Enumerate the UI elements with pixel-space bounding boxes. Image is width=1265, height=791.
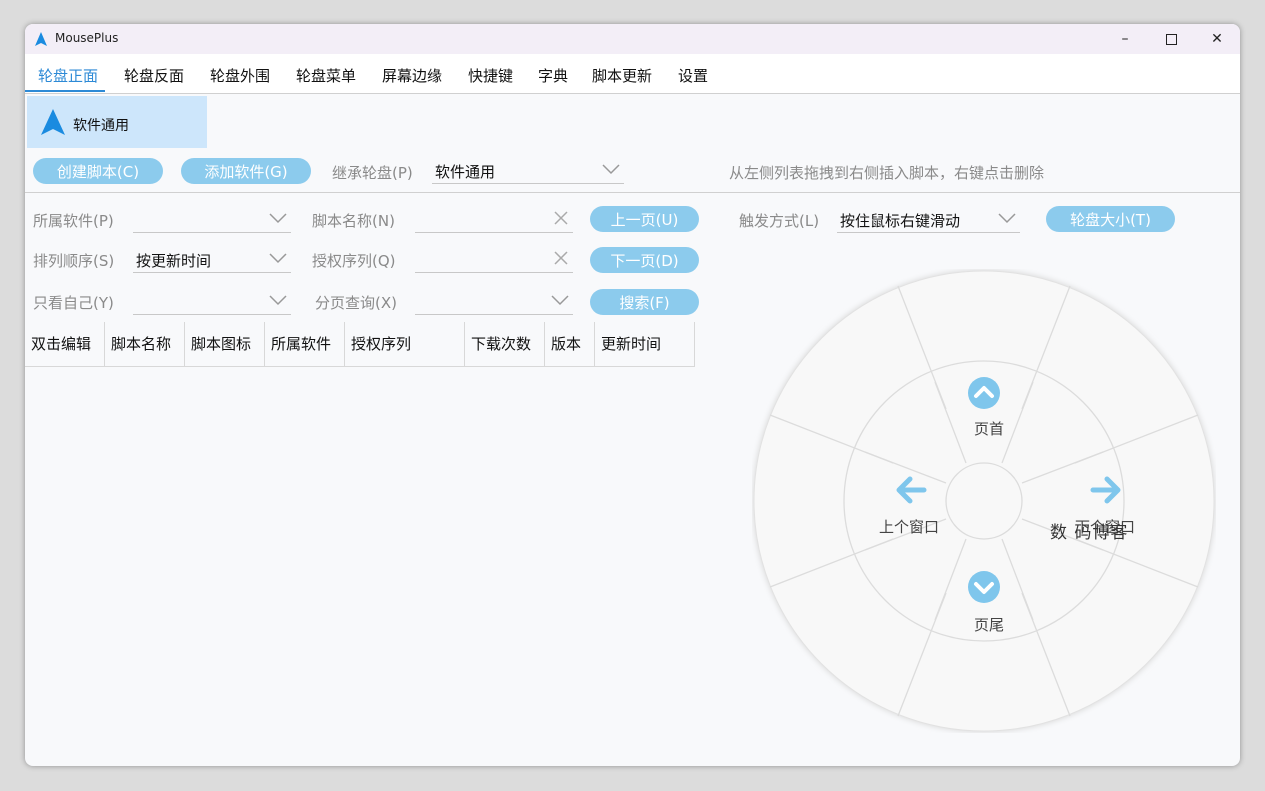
clear-icon[interactable] xyxy=(553,250,569,266)
clear-icon[interactable] xyxy=(553,210,569,226)
chevron-down-icon xyxy=(998,213,1016,224)
column-software[interactable]: 所属软件 xyxy=(265,322,345,366)
trigger-mode-dropdown[interactable]: 按住鼠标右键滑动 xyxy=(837,208,1020,233)
wheel-graphic xyxy=(753,270,1215,732)
script-table-header: 双击编辑 脚本名称 脚本图标 所属软件 授权序列 下载次数 版本 更新时间 xyxy=(25,322,695,367)
search-button[interactable]: 搜索(F) xyxy=(590,289,699,315)
sort-order-dropdown[interactable]: 按更新时间 xyxy=(133,248,291,273)
wheel-left-label: 上个窗口 xyxy=(878,518,940,536)
next-page-button[interactable]: 下一页(D) xyxy=(590,247,699,273)
trigger-mode-label: 触发方式(L) xyxy=(739,212,820,230)
only-mine-dropdown[interactable] xyxy=(133,290,291,315)
app-logo-icon xyxy=(35,32,47,46)
software-tile-label: 软件通用 xyxy=(73,118,129,134)
column-download-count[interactable]: 下载次数 xyxy=(465,322,545,366)
page-query-dropdown[interactable] xyxy=(415,290,573,315)
menu-item-script-update[interactable]: 脚本更新 xyxy=(592,65,652,86)
add-software-button[interactable]: 添加软件(G) xyxy=(181,158,311,184)
menu-item-hotkeys[interactable]: 快捷键 xyxy=(468,65,513,86)
watermark-overlay: 数 码博客 xyxy=(1050,523,1129,543)
software-icon xyxy=(41,109,65,135)
sort-order-value: 按更新时间 xyxy=(136,252,212,270)
script-name-input[interactable] xyxy=(415,208,573,233)
chevron-down-icon xyxy=(551,295,569,306)
column-version[interactable]: 版本 xyxy=(545,322,595,366)
inherit-wheel-dropdown[interactable]: 软件通用 xyxy=(432,159,624,184)
column-license-serial[interactable]: 授权序列 xyxy=(345,322,465,366)
drag-hint: 从左侧列表拖拽到右侧插入脚本，右键点击删除 xyxy=(729,164,1045,182)
app-window: MousePlus – ✕ 轮盘正面 轮盘反面 轮盘外围 轮盘菜单 屏幕边缘 快… xyxy=(25,24,1240,766)
wheel-top-label: 页首 xyxy=(973,420,1005,438)
menu-item-wheel-back[interactable]: 轮盘反面 xyxy=(124,65,184,86)
title-bar: MousePlus – ✕ xyxy=(25,24,1240,54)
wheel-bottom-label: 页尾 xyxy=(973,616,1005,634)
maximize-icon xyxy=(1165,33,1177,45)
minimize-button[interactable]: – xyxy=(1102,24,1148,54)
window-title: MousePlus xyxy=(55,31,119,45)
menu-item-settings[interactable]: 设置 xyxy=(678,65,708,86)
chevron-down-icon xyxy=(269,253,287,264)
prev-page-button[interactable]: 上一页(U) xyxy=(590,206,699,232)
trigger-mode-value: 按住鼠标右键滑动 xyxy=(840,212,961,230)
menu-item-wheel-outer[interactable]: 轮盘外围 xyxy=(210,65,270,86)
menu-item-dictionary[interactable]: 字典 xyxy=(538,65,568,86)
inherit-wheel-label: 继承轮盘(P) xyxy=(332,164,413,182)
software-filter-dropdown[interactable] xyxy=(133,208,291,233)
page-query-label: 分页查询(X) xyxy=(315,294,397,312)
chevron-down-icon xyxy=(269,295,287,306)
arrow-right-icon[interactable] xyxy=(1089,475,1123,505)
menu-item-wheel-front[interactable]: 轮盘正面 xyxy=(38,65,98,86)
column-script-name[interactable]: 脚本名称 xyxy=(105,322,185,366)
create-script-button[interactable]: 创建脚本(C) xyxy=(33,158,163,184)
arrow-left-icon[interactable] xyxy=(894,475,928,505)
script-name-label: 脚本名称(N) xyxy=(312,212,395,230)
menu-item-screen-edge[interactable]: 屏幕边缘 xyxy=(382,65,442,86)
license-serial-label: 授权序列(Q) xyxy=(312,252,396,270)
software-tile[interactable]: 软件通用 xyxy=(27,96,207,148)
menu-bar: 轮盘正面 轮盘反面 轮盘外围 轮盘菜单 屏幕边缘 快捷键 字典 脚本更新 设置 xyxy=(25,54,1240,94)
column-script-icon[interactable]: 脚本图标 xyxy=(185,322,265,366)
chevron-down-circle-icon[interactable] xyxy=(967,570,1001,604)
license-serial-input[interactable] xyxy=(415,248,573,273)
menu-item-wheel-menu[interactable]: 轮盘菜单 xyxy=(296,65,356,86)
active-tab-indicator xyxy=(25,90,105,92)
sort-order-label: 排列顺序(S) xyxy=(33,252,115,270)
maximize-button[interactable] xyxy=(1148,24,1194,54)
column-double-click-edit[interactable]: 双击编辑 xyxy=(25,322,105,366)
mouse-wheel[interactable]: 页首 上个窗口 下个窗口 数 码博客 页尾 xyxy=(752,269,1216,733)
chevron-down-icon xyxy=(602,164,620,175)
chevron-up-icon[interactable] xyxy=(967,376,1001,410)
only-mine-label: 只看自己(Y) xyxy=(33,294,114,312)
software-filter-label: 所属软件(P) xyxy=(33,212,114,230)
column-update-time[interactable]: 更新时间 xyxy=(595,322,694,366)
close-button[interactable]: ✕ xyxy=(1194,24,1240,54)
toolbar-divider xyxy=(25,192,1240,193)
wheel-size-button[interactable]: 轮盘大小(T) xyxy=(1046,206,1175,232)
chevron-down-icon xyxy=(269,213,287,224)
inherit-wheel-value: 软件通用 xyxy=(435,163,496,181)
